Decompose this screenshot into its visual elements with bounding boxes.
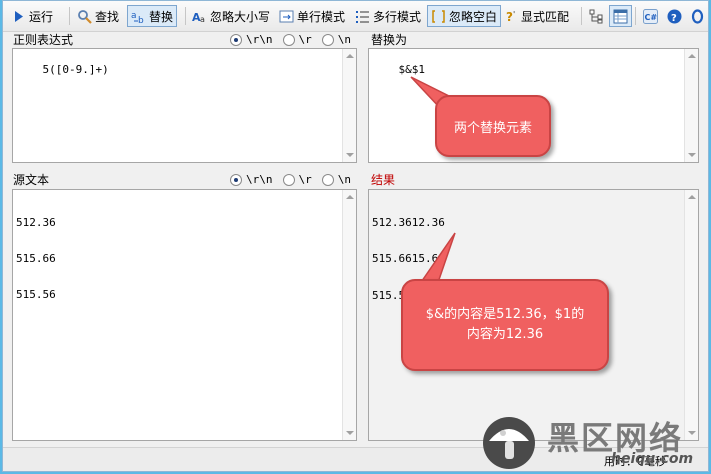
watermark: 黑区网络 heiqu.com xyxy=(481,411,709,471)
bottom-callout-text: $&的内容是512.36，$1的内容为12.36 xyxy=(425,307,585,342)
regex-tester-window: 运行 查找 ab 替换 Aa 忽略大小写 单行模式 多行模式 忽略空白 ? ' … xyxy=(2,0,709,472)
mushroom-logo-icon xyxy=(483,417,535,469)
watermark-en: heiqu.com xyxy=(611,451,694,467)
top-callout-text: 两个替换元素 xyxy=(453,120,532,136)
bottom-callout: $&的内容是512.36，$1的内容为12.36 xyxy=(401,279,609,371)
callout-arrows xyxy=(410,76,456,298)
top-callout: 两个替换元素 xyxy=(435,95,551,157)
